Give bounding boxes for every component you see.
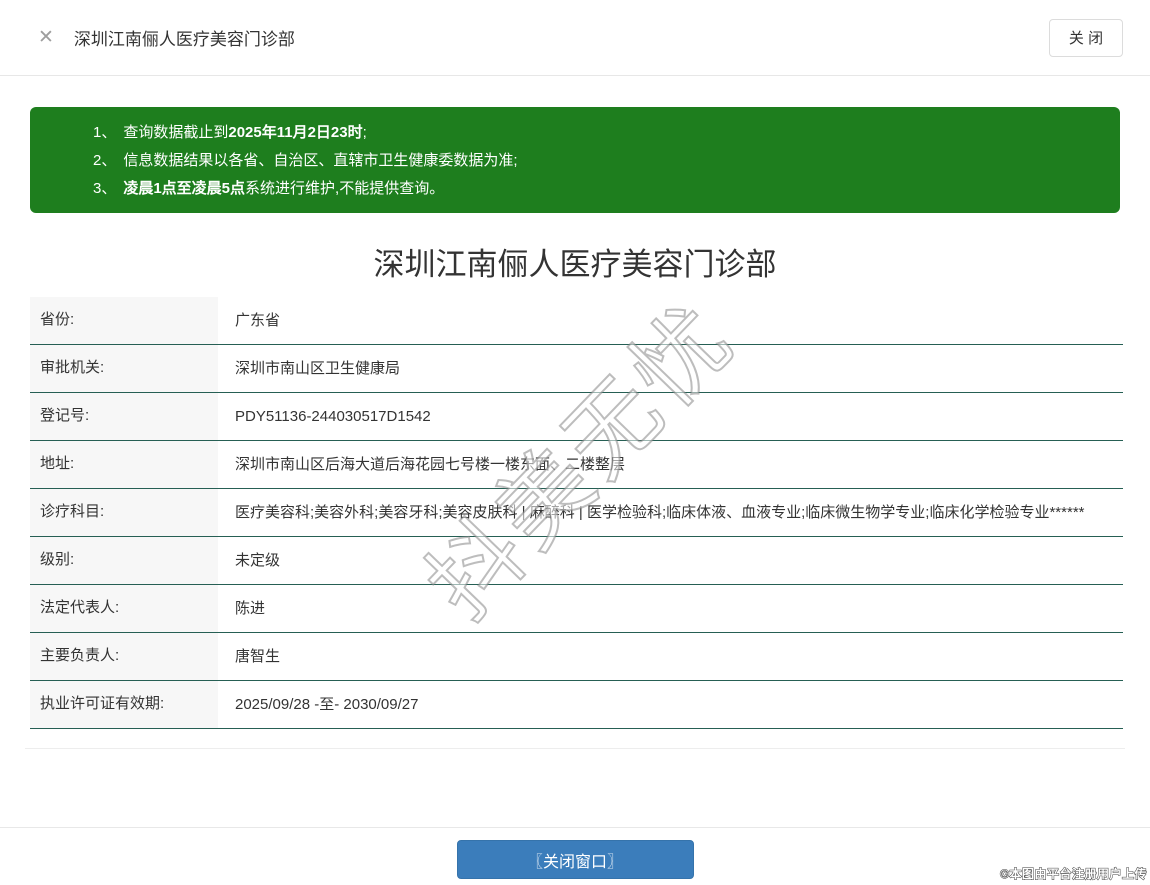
field-value: PDY51136-244030517D1542	[235, 408, 431, 425]
table-row: 法定代表人: 陈进	[30, 585, 1123, 633]
notice-line: 3、 凌晨1点至凌晨5点系统进行维护,不能提供查询。	[93, 175, 1100, 203]
field-label: 级别:	[30, 537, 218, 584]
modal-header: ✕ 深圳江南俪人医疗美容门诊部 关 闭	[0, 0, 1150, 76]
content-bottom-divider	[25, 748, 1125, 749]
notice-line-number: 3、	[93, 180, 117, 197]
notice-box: 1、 查询数据截止到2025年11月2日23时; 2、 信息数据结果以各省、自治区、直…	[30, 107, 1120, 213]
field-label: 审批机关:	[30, 345, 218, 392]
detail-table: 省份: 广东省 审批机关: 深圳市南山区卫生健康局 登记号: PDY51136-24403…	[30, 297, 1123, 729]
page-title: 深圳江南俪人医疗美容门诊部	[373, 247, 777, 282]
close-button[interactable]: 关 闭	[1049, 18, 1123, 57]
notice-text-segment: 信息数据结果以各省、自治区、直辖市卫生健康委数据为准;	[123, 152, 518, 169]
close-window-button[interactable]: 〖关闭窗口〗	[456, 840, 694, 879]
field-value: 未定级	[235, 552, 281, 569]
field-label: 法定代表人:	[30, 585, 218, 632]
notice-text-segment: 凌晨1点至凌晨5点	[123, 180, 246, 197]
modal-footer: 〖关闭窗口〗	[0, 827, 1150, 885]
notice-line: 2、 信息数据结果以各省、自治区、直辖市卫生健康委数据为准;	[93, 147, 1100, 175]
notice-line: 1、 查询数据截止到2025年11月2日23时;	[93, 119, 1100, 147]
field-value: 唐智生	[235, 648, 281, 665]
field-value: 深圳市南山区卫生健康局	[235, 360, 401, 377]
table-row: 诊疗科目: 医疗美容科;美容外科;美容牙科;美容皮肤科 | 麻醉科 | 医学检验科…	[30, 489, 1123, 537]
notice-text-segment: 2025年11月2日23时	[228, 124, 363, 141]
field-value: 医疗美容科;美容外科;美容牙科;美容皮肤科 | 麻醉科 | 医学检验科;临床体液…	[235, 504, 1085, 521]
notice-text-segment: 系统进行维护,不能提供查询。	[245, 180, 445, 197]
header-title: 深圳江南俪人医疗美容门诊部	[73, 30, 295, 49]
field-value: 深圳市南山区后海大道后海花园七号楼一楼东面、二楼整层	[235, 456, 626, 473]
table-row: 地址: 深圳市南山区后海大道后海花园七号楼一楼东面、二楼整层	[30, 441, 1123, 489]
license-detail-modal: ✕ 深圳江南俪人医疗美容门诊部 关 闭 1、 查询数据截止到2025年11月2日2…	[0, 0, 1150, 885]
table-row: 执业许可证有效期: 2025/09/28 -至- 2030/09/27	[30, 681, 1123, 729]
notice-line-number: 1、	[93, 124, 117, 141]
field-label: 执业许可证有效期:	[30, 681, 218, 728]
field-label: 地址:	[30, 441, 218, 488]
field-value: 陈进	[235, 600, 266, 617]
table-row: 主要负责人: 唐智生	[30, 633, 1123, 681]
field-label: 主要负责人:	[30, 633, 218, 680]
notice-line-number: 2、	[93, 152, 117, 169]
field-label: 登记号:	[30, 393, 218, 440]
close-icon[interactable]: ✕	[38, 28, 54, 47]
table-row: 级别: 未定级	[30, 537, 1123, 585]
field-label: 诊疗科目:	[30, 489, 218, 536]
notice-text-segment: ;	[362, 124, 367, 141]
credit-watermark: ©本图由平台注册用户上传	[1000, 867, 1147, 882]
field-value: 2025/09/28 -至- 2030/09/27	[235, 696, 419, 713]
table-row: 省份: 广东省	[30, 297, 1123, 345]
field-value: 广东省	[235, 312, 281, 329]
table-row: 登记号: PDY51136-244030517D1542	[30, 393, 1123, 441]
field-label: 省份:	[30, 297, 218, 344]
table-row: 审批机关: 深圳市南山区卫生健康局	[30, 345, 1123, 393]
notice-text-segment: 查询数据截止到	[123, 124, 229, 141]
